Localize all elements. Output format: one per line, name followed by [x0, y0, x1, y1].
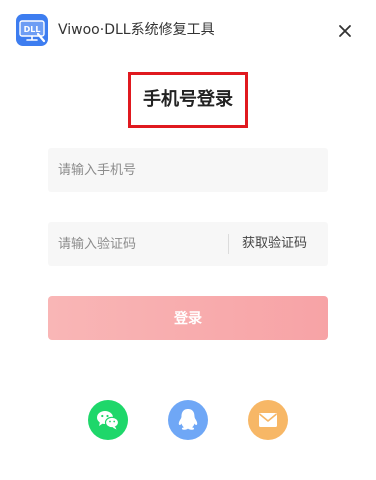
get-code-button[interactable]: 获取验证码 [242, 235, 307, 253]
heading-highlight-box: 手机号登录 [128, 72, 248, 128]
app-logo-text: DLL [24, 25, 41, 34]
wechat-icon[interactable] [88, 400, 128, 440]
email-icon[interactable] [248, 400, 288, 440]
verification-code-input[interactable] [58, 222, 218, 266]
qq-icon[interactable] [168, 400, 208, 440]
verification-code-field[interactable]: 获取验证码 [48, 222, 328, 266]
phone-input[interactable] [58, 148, 318, 192]
page-title: 手机号登录 [143, 89, 233, 110]
phone-field[interactable] [48, 148, 328, 192]
title-bar: DLL Viwoo·DLL系统修复工具 [0, 0, 376, 62]
app-title: Viwoo·DLL系统修复工具 [58, 22, 215, 38]
login-button-label: 登录 [174, 311, 202, 327]
app-logo: DLL [16, 14, 48, 46]
login-button[interactable]: 登录 [48, 296, 328, 340]
close-icon[interactable] [336, 22, 354, 40]
field-divider [228, 234, 229, 254]
